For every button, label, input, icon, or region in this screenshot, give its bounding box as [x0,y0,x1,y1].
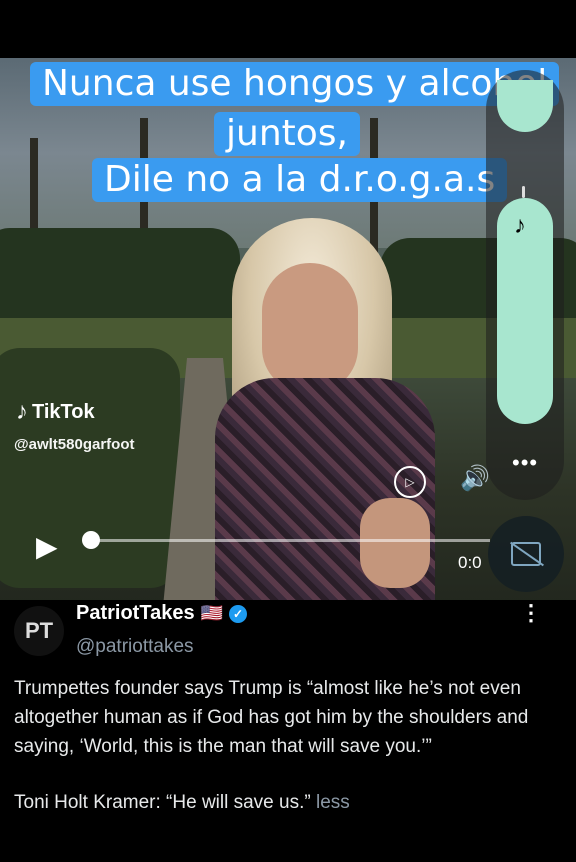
music-note-icon: ♪ [514,212,526,239]
tiktok-watermark: ♪ TikTok [16,398,95,426]
post-more-options-icon[interactable]: ⋮ [520,600,542,626]
person-face [262,263,358,393]
hedge [0,348,180,588]
tiktok-logo-icon: ♪ [16,398,28,425]
caption-line-2: juntos, [214,112,360,156]
verified-badge-icon: ✓ [229,604,247,623]
post-paragraph-2: Toni Holt Kramer: “He will save us.” les… [14,788,566,817]
show-less-link[interactable]: less [316,792,350,813]
caption-line-3: Dile no a la d.r.o.g.a.s [92,158,508,202]
volume-icon[interactable]: 🔊 [460,464,490,493]
avatar[interactable]: PT [14,606,64,656]
post-author[interactable]: PatriotTakes 🇺🇸 ✓ [76,602,247,625]
seek-bar[interactable] [90,539,490,542]
more-options-button[interactable]: ••• [512,450,538,476]
caption-line-1: Nunca use hongos y alcohol [30,62,560,106]
time-label: 0:0 [458,553,482,572]
tiktok-brand: TikTok [32,400,95,423]
post-body: Trumpettes founder says Trump is “almost… [14,674,566,817]
seek-handle[interactable] [82,531,100,549]
us-flag-icon: 🇺🇸 [200,603,223,623]
post-paragraph-1: Trumpettes founder says Trump is “almost… [14,678,529,757]
author-username[interactable]: @patriottakes [76,636,194,658]
play-icon[interactable]: ▶ [36,530,58,563]
author-name[interactable]: PatriotTakes [76,602,195,625]
captions-button[interactable] [488,516,564,592]
post-paragraph-2-text: Toni Holt Kramer: “He will save us.” [14,792,311,813]
person-arm [360,498,430,588]
tiktok-handle: @awlt580garfoot [14,436,135,453]
replay-icon[interactable]: ▷ [394,466,426,498]
captions-off-icon [511,542,541,566]
slider-tick [522,186,525,198]
